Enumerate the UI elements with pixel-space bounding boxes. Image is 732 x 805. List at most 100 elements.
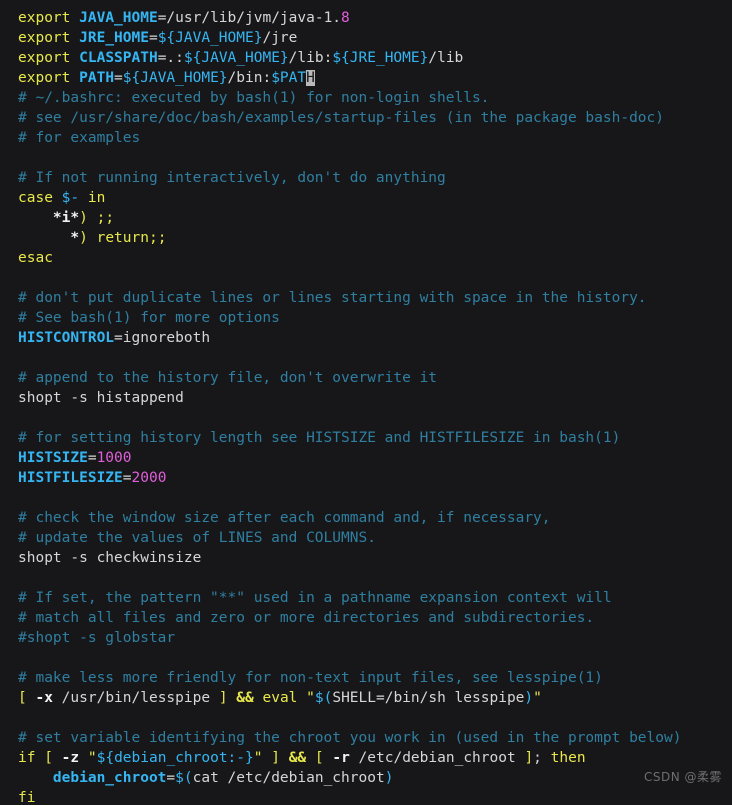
code-line[interactable] [18, 148, 732, 168]
code-line[interactable]: esac [18, 248, 732, 268]
code-token: *i* [52, 210, 80, 226]
code-line[interactable]: # check the window size after each comma… [18, 508, 732, 528]
code-line[interactable]: case $- in [18, 188, 732, 208]
code-token: SHELL=/bin/sh lesspipe [332, 690, 525, 706]
code-line[interactable]: # If set, the pattern "**" used in a pat… [18, 588, 732, 608]
code-token: shopt -s checkwinsize [18, 550, 202, 566]
code-token: esac [18, 250, 53, 266]
code-token: ${JAVA_HOME} [122, 70, 228, 86]
code-token: HISTCONTROL [18, 330, 115, 346]
code-line[interactable]: if [ -z "${debian_chroot:-}" ] && [ -r /… [18, 748, 732, 768]
code-token: PATH [79, 70, 115, 86]
code-line[interactable]: #shopt -s globstar [18, 628, 732, 648]
code-line[interactable]: export PATH=${JAVA_HOME}/bin:$PATH [18, 68, 732, 88]
code-line[interactable] [18, 568, 732, 588]
code-line[interactable]: shopt -s histappend [18, 388, 732, 408]
code-line[interactable]: # update the values of LINES and COLUMNS… [18, 528, 732, 548]
code-token: =.: [157, 50, 184, 66]
code-line[interactable]: fi [18, 788, 732, 805]
code-token: JRE_HOME [79, 30, 149, 46]
code-line[interactable]: # match all files and zero or more direc… [18, 608, 732, 628]
code-token: = [148, 30, 158, 46]
code-token: ) [79, 230, 88, 246]
code-token: export [18, 50, 71, 66]
code-line[interactable]: HISTFILESIZE=2000 [18, 468, 732, 488]
code-token: -x [35, 690, 53, 706]
code-line[interactable]: # If not running interactively, don't do… [18, 168, 732, 188]
code-token: /etc/debian_chroot [349, 750, 525, 766]
code-token: # check the window size after each comma… [18, 510, 551, 526]
code-token: " [533, 690, 542, 706]
code-line[interactable]: shopt -s checkwinsize [18, 548, 732, 568]
code-line[interactable]: export JRE_HOME=${JAVA_HOME}/jre [18, 28, 732, 48]
code-line[interactable]: export CLASSPATH=.:${JAVA_HOME}/lib:${JR… [18, 48, 732, 68]
code-token: /jre [262, 30, 298, 46]
code-line[interactable] [18, 348, 732, 368]
code-token: ${JRE_HOME} [332, 50, 429, 66]
code-token: export [18, 70, 71, 86]
code-token: ) [79, 210, 88, 226]
code-line[interactable]: # don't put duplicate lines or lines sta… [18, 288, 732, 308]
code-token: && [236, 690, 254, 706]
code-line[interactable]: # append to the history file, don't over… [18, 368, 732, 388]
code-token: [ [18, 690, 27, 706]
code-token: 1000 [96, 450, 132, 466]
code-line[interactable]: # ~/.bashrc: executed by bash(1) for non… [18, 88, 732, 108]
code-token: # ~/.bashrc: executed by bash(1) for non… [18, 90, 490, 106]
code-token: ] [271, 750, 280, 766]
code-token: return [96, 230, 149, 246]
code-line[interactable]: *i*) ;; [18, 208, 732, 228]
code-token: * [70, 230, 80, 246]
code-line[interactable]: debian_chroot=$(cat /etc/debian_chroot) [18, 768, 732, 788]
code-token: ;; [148, 230, 167, 246]
code-token: -z [61, 750, 80, 766]
code-line[interactable] [18, 648, 732, 668]
code-token: = [122, 470, 132, 486]
code-token: ; [533, 750, 542, 766]
code-token: && [288, 750, 307, 766]
code-line[interactable]: HISTSIZE=1000 [18, 448, 732, 468]
code-token: HISTFILESIZE [18, 470, 123, 486]
code-line[interactable] [18, 408, 732, 428]
code-token: ) [384, 770, 394, 786]
code-token: ${JAVA_HOME} [157, 30, 263, 46]
code-token: fi [18, 790, 36, 805]
code-line[interactable]: # See bash(1) for more options [18, 308, 732, 328]
code-line[interactable]: # see /usr/share/doc/bash/examples/start… [18, 108, 732, 128]
code-line[interactable] [18, 488, 732, 508]
terminal-editor-window[interactable]: export JAVA_HOME=/usr/lib/jvm/java-1.8 ex… [0, 0, 732, 805]
code-token: =/usr/lib/jvm/java-1. [157, 10, 342, 26]
code-token: [ [314, 750, 324, 766]
code-token: -r [332, 750, 350, 766]
code-line[interactable]: HISTCONTROL=ignoreboth [18, 328, 732, 348]
code-token: # See bash(1) for more options [18, 310, 280, 326]
code-token: = [114, 70, 123, 86]
code-token: # don't put duplicate lines or lines sta… [18, 290, 647, 306]
code-line[interactable]: # for examples [18, 128, 732, 148]
code-line[interactable]: *) return;; [18, 228, 732, 248]
code-line[interactable] [18, 268, 732, 288]
code-line[interactable]: # make less more friendly for non-text i… [18, 668, 732, 688]
code-token: # match all files and zero or more direc… [18, 610, 595, 626]
code-line[interactable] [18, 708, 732, 728]
code-token: =ignoreboth [114, 330, 211, 346]
bashrc-source-code[interactable]: export JAVA_HOME=/usr/lib/jvm/java-1.8 ex… [18, 8, 732, 805]
code-token: ;; [96, 210, 115, 226]
code-line[interactable]: # set variable identifying the chroot yo… [18, 728, 732, 748]
code-token: eval [262, 690, 298, 706]
code-token: $PAT [271, 70, 307, 86]
code-line[interactable]: # for setting history length see HISTSIZ… [18, 428, 732, 448]
code-token: " [306, 690, 315, 706]
code-token: /lib [428, 50, 464, 66]
code-token: # set variable identifying the chroot yo… [18, 730, 682, 746]
code-line[interactable]: [ -x /usr/bin/lesspipe ] && eval "$(SHEL… [18, 688, 732, 708]
code-line[interactable]: export JAVA_HOME=/usr/lib/jvm/java-1.8 [18, 8, 732, 28]
